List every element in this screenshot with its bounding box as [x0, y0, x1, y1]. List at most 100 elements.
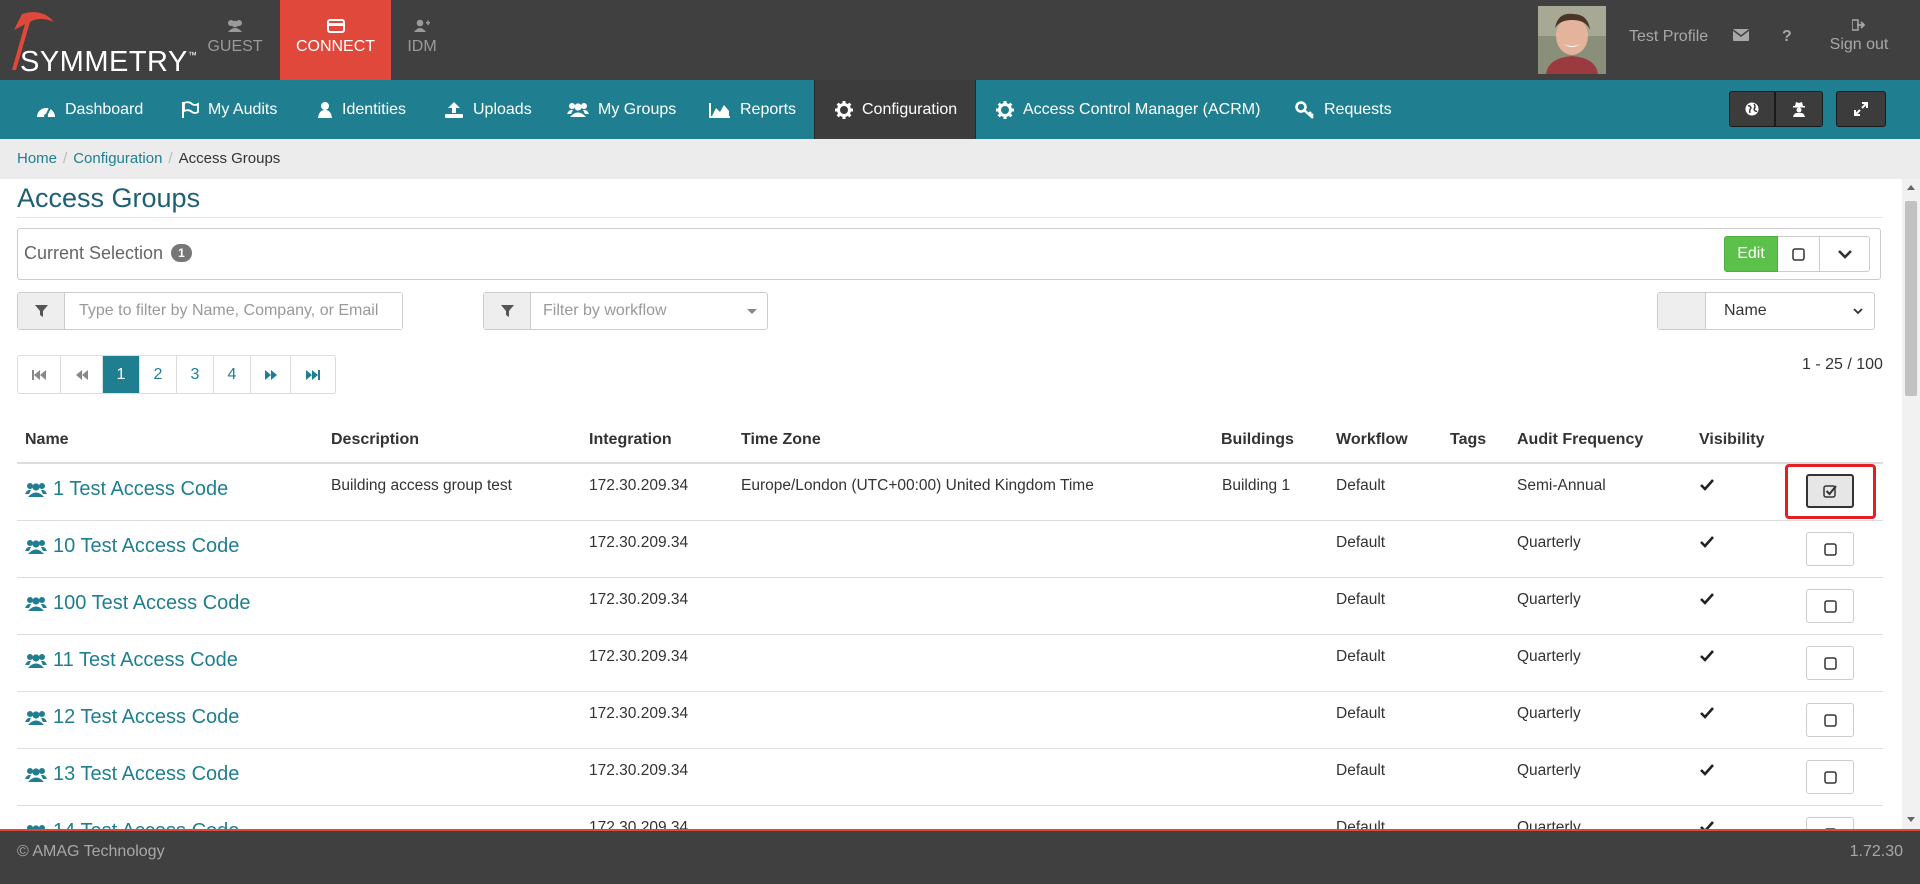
column-header-audit-frequency[interactable]: Audit Frequency	[1517, 431, 1643, 449]
app-tab-connect[interactable]: CONNECT	[280, 0, 391, 80]
globe-button[interactable]	[1729, 91, 1775, 127]
brand-name: SYMMETRY™	[20, 46, 198, 78]
nav-label: My Groups	[598, 100, 677, 118]
next-page-button[interactable]	[251, 356, 291, 393]
cell-workflow: Default	[1336, 705, 1386, 722]
access-group-link[interactable]: 14 Test Access Code	[25, 820, 239, 829]
edit-button[interactable]: Edit	[1724, 236, 1778, 272]
nav-item-requests[interactable]: Requests	[1295, 80, 1392, 139]
table-row: 14 Test Access Code 172.30.209.34 Default Q…	[17, 806, 1883, 829]
column-header-time-zone[interactable]: Time Zone	[741, 431, 821, 449]
workflow-filter-select[interactable]: Filter by workflow	[531, 293, 767, 329]
checkbox-empty-icon	[1823, 599, 1837, 613]
access-group-link[interactable]: 100 Test Access Code	[25, 592, 251, 615]
user-icon	[318, 101, 332, 118]
cell-time-zone: Europe/London (UTC+00:00) United Kingdom…	[741, 477, 1094, 494]
column-header-workflow[interactable]: Workflow	[1336, 431, 1408, 449]
main-content: Access Groups Current Selection1 Edit Fi…	[0, 179, 1902, 829]
column-header-buildings[interactable]: Buildings	[1221, 431, 1294, 449]
step-backward-icon	[32, 369, 46, 380]
row-select-checkbox[interactable]	[1806, 474, 1854, 508]
users-icon	[228, 20, 242, 32]
access-group-link[interactable]: 13 Test Access Code	[25, 763, 239, 786]
name-filter-input[interactable]	[65, 293, 402, 329]
column-header-name[interactable]: Name	[25, 431, 69, 449]
column-header-visibility[interactable]: Visibility	[1699, 431, 1765, 449]
dashboard-icon	[37, 107, 55, 118]
select-all-button[interactable]	[1778, 236, 1820, 272]
first-page-button[interactable]	[18, 356, 61, 393]
nav-item-dashboard[interactable]: Dashboard	[36, 80, 143, 139]
help-icon[interactable]: ?	[1782, 28, 1792, 46]
pagination: 1 2 3 4	[17, 355, 336, 394]
access-group-link[interactable]: 10 Test Access Code	[25, 535, 239, 558]
users-icon	[25, 653, 47, 668]
page-1-button[interactable]: 1	[103, 356, 140, 393]
nav-item-my-audits[interactable]: My Audits	[181, 80, 277, 139]
checkbox-empty-icon	[1823, 656, 1837, 670]
access-group-link[interactable]: 11 Test Access Code	[25, 649, 238, 672]
table-row: 1 Test Access Code Building access group …	[17, 464, 1883, 521]
sort-select[interactable]: Name	[1706, 293, 1874, 329]
nav-item-configuration[interactable]: Configuration	[814, 80, 976, 139]
cell-workflow: Default	[1336, 819, 1386, 829]
nav-item-identities[interactable]: Identities	[317, 80, 406, 139]
row-select-checkbox[interactable]	[1806, 646, 1854, 680]
app-tab-guest[interactable]: GUEST	[200, 0, 270, 80]
app-tab-idm[interactable]: IDM	[397, 0, 447, 80]
breadcrumb-home[interactable]: Home	[17, 150, 57, 167]
row-select-checkbox[interactable]	[1806, 589, 1854, 623]
avatar-image	[1538, 6, 1606, 74]
page-4-button[interactable]: 4	[214, 356, 251, 393]
profile-name[interactable]: Test Profile	[1629, 28, 1708, 46]
nav-item-acrm[interactable]: Access Control Manager (ACRM)	[996, 80, 1260, 139]
row-select-checkbox[interactable]	[1806, 760, 1854, 794]
sign-out-button[interactable]: Sign out	[1826, 18, 1892, 54]
page-title: Access Groups	[17, 183, 201, 213]
page-2-button[interactable]: 2	[140, 356, 177, 393]
nav-item-reports[interactable]: Reports	[709, 80, 796, 139]
footer: © AMAG Technology 1.72.30	[0, 829, 1920, 884]
mail-icon[interactable]	[1732, 28, 1750, 46]
copyright: © AMAG Technology	[17, 843, 165, 860]
check-icon	[1700, 536, 1714, 548]
users-icon	[567, 102, 589, 117]
cell-workflow: Default	[1336, 762, 1386, 779]
selection-menu-button[interactable]	[1820, 236, 1870, 272]
incognito-button[interactable]	[1775, 91, 1823, 127]
row-select-checkbox[interactable]	[1806, 532, 1854, 566]
prev-page-button[interactable]	[61, 356, 103, 393]
step-forward-icon	[306, 369, 320, 380]
area-chart-icon	[709, 102, 730, 118]
scroll-up-arrow-icon[interactable]	[1907, 185, 1915, 190]
access-group-link[interactable]: 12 Test Access Code	[25, 706, 239, 729]
breadcrumb-configuration[interactable]: Configuration	[73, 150, 162, 167]
scroll-down-arrow-icon[interactable]	[1907, 817, 1915, 822]
nav-item-my-groups[interactable]: My Groups	[567, 80, 676, 139]
column-header-tags[interactable]: Tags	[1450, 431, 1486, 449]
symmetry-logo[interactable]: SYMMETRY™	[8, 8, 197, 78]
row-select-checkbox[interactable]	[1806, 817, 1854, 829]
column-header-description[interactable]: Description	[331, 431, 419, 449]
expand-button[interactable]	[1836, 91, 1886, 127]
breadcrumb-separator: /	[63, 150, 68, 167]
page-3-button[interactable]: 3	[177, 356, 214, 393]
users-icon	[25, 596, 47, 611]
nav-item-uploads[interactable]: Uploads	[444, 80, 532, 139]
avatar[interactable]	[1538, 6, 1606, 74]
column-header-integration[interactable]: Integration	[589, 431, 672, 449]
breadcrumb-current: Access Groups	[178, 150, 281, 167]
cell-audit-frequency: Quarterly	[1517, 762, 1581, 779]
page-scrollbar[interactable]	[1902, 179, 1920, 829]
table-row: 13 Test Access Code 172.30.209.34 Default Q…	[17, 749, 1883, 806]
last-page-button[interactable]	[291, 356, 335, 393]
scroll-thumb[interactable]	[1905, 201, 1917, 396]
workflow-filter-group: Filter by workflow	[483, 292, 768, 330]
name-filter-group	[17, 292, 403, 330]
visibility-check	[1700, 820, 1714, 829]
access-group-link[interactable]: 1 Test Access Code	[25, 478, 228, 501]
current-selection-panel: Current Selection 1 Edit	[17, 228, 1881, 280]
sort-group: Name	[1657, 292, 1875, 330]
app-tab-label: IDM	[407, 38, 437, 55]
row-select-checkbox[interactable]	[1806, 703, 1854, 737]
